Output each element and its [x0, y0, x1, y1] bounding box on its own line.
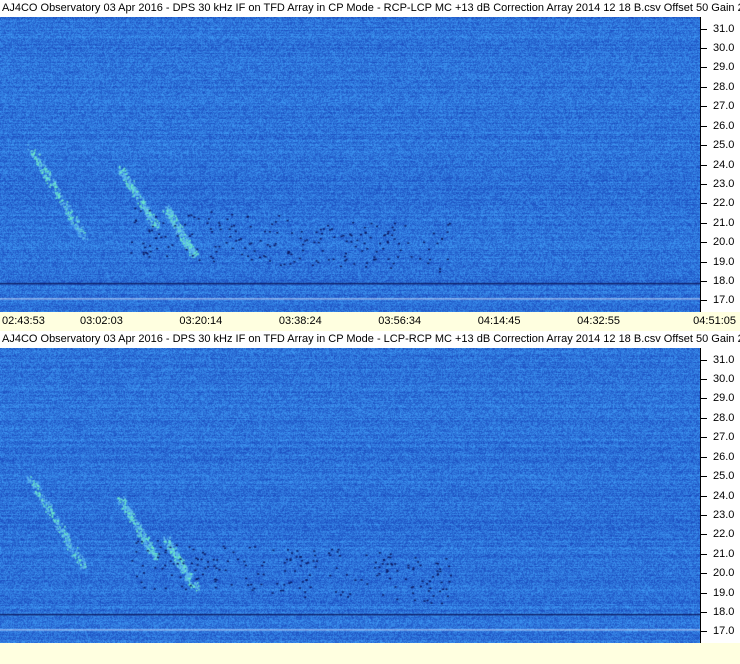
y-tick-label: 24.0 [713, 158, 735, 171]
y-tick [701, 476, 707, 478]
y-tick-label: 23.0 [713, 177, 735, 190]
y-tick-label: 20.0 [713, 567, 735, 580]
y-tick-label: 18.0 [713, 605, 735, 618]
x-tick-label: 03:38:24 [278, 315, 322, 327]
y-tick-label: 21.0 [713, 216, 735, 229]
y-tick-label: 20.0 [713, 236, 735, 249]
y-tick [701, 553, 707, 555]
y-tick-label: 25.0 [713, 139, 735, 152]
y-tick [701, 145, 707, 147]
y-tick [701, 437, 707, 439]
spectrogram-plot [0, 17, 700, 312]
x-tick-label: 03:02:03 [80, 315, 123, 327]
y-tick-label: 18.0 [713, 274, 735, 287]
y-tick [701, 280, 707, 282]
y-tick [701, 495, 707, 497]
y-tick-label: 28.0 [713, 80, 735, 93]
y-tick-label: 29.0 [713, 61, 735, 74]
y-tick [701, 261, 707, 263]
y-tick-label: 22.0 [713, 197, 735, 210]
x-tick-label: 03:20:14 [179, 315, 223, 327]
y-tick [701, 242, 707, 244]
y-tick-label: 27.0 [713, 100, 735, 113]
y-tick-label: 31.0 [713, 22, 735, 35]
x-tick-label: 04:51:05 [693, 315, 736, 327]
y-tick [701, 611, 707, 613]
y-tick [701, 67, 707, 69]
spectrogram-panel-rcp-lcp: AJ4CO Observatory 03 Apr 2016 - DPS 30 k… [0, 0, 740, 312]
y-tick [701, 534, 707, 536]
y-tick-label: 26.0 [713, 450, 735, 463]
y-tick-label: 27.0 [713, 431, 735, 444]
y-tick-label: 26.0 [713, 119, 735, 132]
y-tick-label: 21.0 [713, 547, 735, 560]
y-tick-label: 19.0 [713, 586, 735, 599]
y-tick-label: 30.0 [713, 373, 735, 386]
y-tick-label: 29.0 [713, 392, 735, 405]
y-tick [701, 183, 707, 185]
y-tick [701, 631, 707, 633]
y-tick-label: 25.0 [713, 470, 735, 483]
time-axis: 02:43:53 03:02:03 03:20:14 03:38:24 03:56:34… [0, 312, 740, 331]
y-tick [701, 106, 707, 108]
y-tick-label: 31.0 [713, 353, 735, 366]
panel-title: AJ4CO Observatory 03 Apr 2016 - DPS 30 k… [0, 0, 740, 17]
frequency-axis: 31.0 30.0 29.0 28.0 27.0 26.0 25.0 24.0 23.0 22.0… [700, 348, 740, 643]
y-tick [701, 456, 707, 458]
y-tick [701, 417, 707, 419]
y-tick-label: 22.0 [713, 528, 735, 541]
y-tick [701, 300, 707, 302]
x-tick-label: 04:14:45 [477, 315, 521, 327]
panel-title: AJ4CO Observatory 03 Apr 2016 - DPS 30 k… [0, 331, 740, 348]
x-tick-label: 02:43:53 [2, 315, 45, 327]
y-tick [701, 48, 707, 50]
y-tick [701, 164, 707, 166]
y-tick [701, 359, 707, 361]
y-tick [701, 592, 707, 594]
y-tick-label: 23.0 [713, 508, 735, 521]
y-tick-label: 28.0 [713, 411, 735, 424]
y-tick [701, 86, 707, 88]
bottom-strip [0, 643, 740, 664]
y-tick [701, 398, 707, 400]
x-tick-label: 04:32:55 [577, 315, 620, 327]
y-tick [701, 379, 707, 381]
spectrogram-plot [0, 348, 700, 643]
y-tick [701, 125, 707, 127]
y-tick [701, 222, 707, 224]
frequency-axis: 31.0 30.0 29.0 28.0 27.0 26.0 25.0 24.0 23.0 22.0… [700, 17, 740, 312]
y-tick-label: 24.0 [713, 489, 735, 502]
y-tick [701, 573, 707, 575]
y-tick-label: 30.0 [713, 42, 735, 55]
y-tick-label: 17.0 [713, 294, 735, 307]
spectrogram-canvas [0, 17, 700, 312]
y-tick [701, 203, 707, 205]
y-tick [701, 514, 707, 516]
y-tick-label: 19.0 [713, 255, 735, 268]
y-tick-label: 17.0 [713, 625, 735, 638]
y-tick [701, 28, 707, 30]
spectrogram-canvas [0, 348, 700, 643]
spectrogram-panel-lcp-rcp: AJ4CO Observatory 03 Apr 2016 - DPS 30 k… [0, 331, 740, 643]
x-tick-label: 03:56:34 [378, 315, 422, 327]
